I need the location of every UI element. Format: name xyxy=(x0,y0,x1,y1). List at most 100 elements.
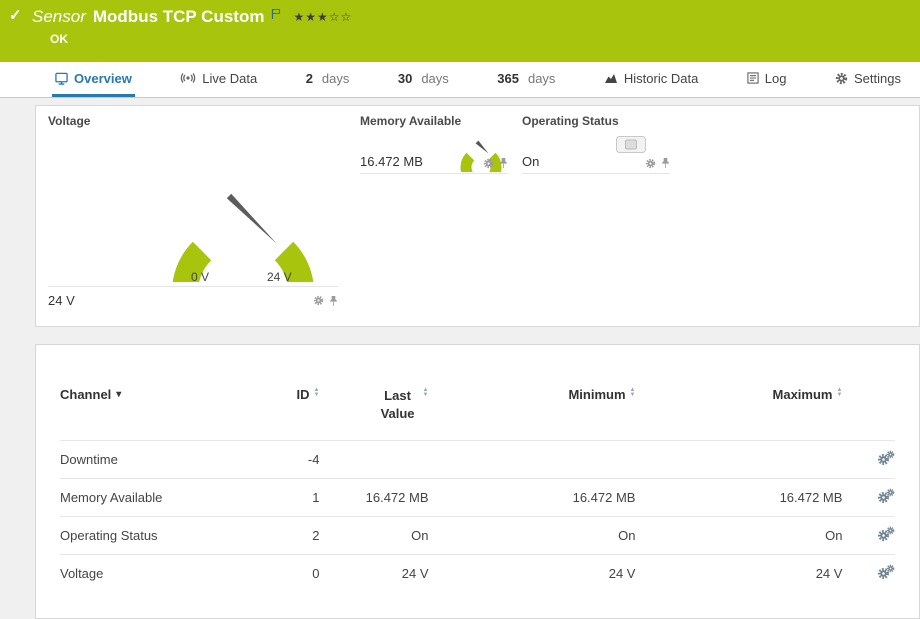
gauge-needle xyxy=(476,141,489,154)
channel-settings-icon[interactable] xyxy=(877,564,895,580)
gear-icon[interactable] xyxy=(483,158,494,169)
cell-id: -4 xyxy=(247,441,320,479)
voltage-scale-max: 24 V xyxy=(267,270,292,284)
channel-settings-icon[interactable] xyxy=(877,488,895,504)
cell-maximum xyxy=(635,441,842,479)
sort-arrows-icon: ▲▼ xyxy=(836,388,842,398)
cell-channel: Operating Status xyxy=(60,517,247,555)
cell-id: 0 xyxy=(247,555,320,593)
operating-footer: On xyxy=(522,154,670,174)
sensor-title: Modbus TCP Custom xyxy=(93,7,265,27)
tab-settings-label: Settings xyxy=(854,71,901,86)
settings-gear-icon xyxy=(835,72,848,85)
channel-table: Channel ▾ ID ▲▼ Last Value ▲▼ xyxy=(60,387,895,592)
pin-icon[interactable] xyxy=(329,295,338,307)
status-check-icon: ✓ xyxy=(9,6,22,24)
voltage-gauge-chart: 0 V 24 V xyxy=(48,132,338,284)
pin-icon[interactable] xyxy=(499,157,508,169)
pin-icon[interactable] xyxy=(661,157,670,169)
tab-historic-data[interactable]: Historic Data xyxy=(601,62,701,97)
channel-settings-icon[interactable] xyxy=(877,450,895,466)
cell-last-value xyxy=(319,441,428,479)
sort-channel-header[interactable]: Channel ▾ xyxy=(60,387,121,402)
live-data-icon xyxy=(180,72,196,84)
caret-down-icon: ▾ xyxy=(116,389,121,400)
voltage-scale-min: 0 V xyxy=(191,270,209,284)
table-header-row: Channel ▾ ID ▲▼ Last Value ▲▼ xyxy=(60,387,895,441)
gauge-operating-status: Operating Status On xyxy=(522,114,670,174)
table-row: Downtime -4 xyxy=(60,441,895,479)
gear-icon[interactable] xyxy=(645,158,656,169)
tab-2-days-number: 2 xyxy=(306,71,313,86)
object-type-label: Sensor xyxy=(32,7,86,27)
tab-live-data[interactable]: Live Data xyxy=(177,62,260,97)
voltage-footer: 24 V xyxy=(48,286,338,308)
tab-30-days[interactable]: 30 days xyxy=(395,62,452,97)
sort-arrows-icon: ▲▼ xyxy=(423,388,429,398)
channel-header-label: Channel xyxy=(60,387,111,402)
tab-365-days-number: 365 xyxy=(497,71,519,86)
sensor-status-text: OK xyxy=(0,27,920,46)
cell-maximum: On xyxy=(635,517,842,555)
tab-live-data-label: Live Data xyxy=(202,71,257,86)
sort-minimum-header[interactable]: Minimum ▲▼ xyxy=(568,387,635,402)
sensor-status-banner: ✓ Sensor Modbus TCP Custom ★★★☆☆ OK xyxy=(0,0,920,62)
tab-365-days[interactable]: 365 days xyxy=(494,62,558,97)
switch-gauge-icon xyxy=(616,136,646,153)
tab-log-label: Log xyxy=(765,71,787,86)
id-header-label: ID xyxy=(297,387,310,402)
cell-maximum: 16.472 MB xyxy=(635,479,842,517)
tab-log[interactable]: Log xyxy=(744,62,790,97)
table-row: Memory Available 1 16.472 MB 16.472 MB 1… xyxy=(60,479,895,517)
cell-id: 1 xyxy=(247,479,320,517)
gauge-needle xyxy=(227,194,277,244)
sort-id-header[interactable]: ID ▲▼ xyxy=(297,387,320,402)
tab-settings[interactable]: Settings xyxy=(832,62,904,97)
channel-settings-icon[interactable] xyxy=(877,526,895,542)
sort-last-value-header[interactable]: Last Value ▲▼ xyxy=(377,387,429,422)
cell-last-value: 24 V xyxy=(319,555,428,593)
table-row: Voltage 0 24 V 24 V 24 V xyxy=(60,555,895,593)
minimum-header-label: Minimum xyxy=(568,387,625,402)
cell-minimum: 16.472 MB xyxy=(429,479,636,517)
gauge-operating-title: Operating Status xyxy=(522,114,670,128)
cell-minimum xyxy=(429,441,636,479)
sort-arrows-icon: ▲▼ xyxy=(314,388,320,398)
flag-icon[interactable] xyxy=(271,8,281,20)
channel-table-panel: Channel ▾ ID ▲▼ Last Value ▲▼ xyxy=(35,344,920,619)
sensor-overview-page: ✓ Sensor Modbus TCP Custom ★★★☆☆ OK Over… xyxy=(0,0,920,597)
cell-minimum: 24 V xyxy=(429,555,636,593)
historic-data-icon xyxy=(604,72,618,84)
tab-2-days-unit: days xyxy=(322,71,349,86)
tab-bar: Overview Live Data 2 days 30 days 365 da… xyxy=(0,62,920,98)
gauge-voltage: Voltage 0 V 24 V 24 V xyxy=(48,114,338,308)
stars-filled: ★★★ xyxy=(293,10,328,24)
tab-365-days-unit: days xyxy=(528,71,555,86)
cell-channel: Voltage xyxy=(60,555,247,593)
cell-channel: Downtime xyxy=(60,441,247,479)
gear-icon[interactable] xyxy=(313,295,324,306)
sensor-title-line: Sensor Modbus TCP Custom ★★★☆☆ xyxy=(0,0,920,27)
cell-maximum: 24 V xyxy=(635,555,842,593)
sort-arrows-icon: ▲▼ xyxy=(630,388,636,398)
cell-last-value: On xyxy=(319,517,428,555)
last-value-header-label: Last Value xyxy=(377,387,419,422)
sort-maximum-header[interactable]: Maximum ▲▼ xyxy=(773,387,843,402)
cell-minimum: On xyxy=(429,517,636,555)
gauge-voltage-title: Voltage xyxy=(48,114,338,128)
priority-stars[interactable]: ★★★☆☆ xyxy=(293,10,352,24)
gauge-memory-available: Memory Available 16.472 MB xyxy=(360,114,508,174)
voltage-gauge-dial xyxy=(148,132,338,282)
tab-overview[interactable]: Overview xyxy=(52,62,135,97)
operating-value: On xyxy=(522,154,539,169)
tab-30-days-number: 30 xyxy=(398,71,412,86)
maximum-header-label: Maximum xyxy=(773,387,833,402)
stars-empty: ☆☆ xyxy=(329,10,353,24)
cell-last-value: 16.472 MB xyxy=(319,479,428,517)
tab-30-days-unit: days xyxy=(421,71,448,86)
overview-icon xyxy=(55,72,68,85)
cell-id: 2 xyxy=(247,517,320,555)
memory-value: 16.472 MB xyxy=(360,154,423,169)
gauges-panel: Voltage 0 V 24 V 24 V xyxy=(35,105,920,327)
tab-2-days[interactable]: 2 days xyxy=(303,62,353,97)
